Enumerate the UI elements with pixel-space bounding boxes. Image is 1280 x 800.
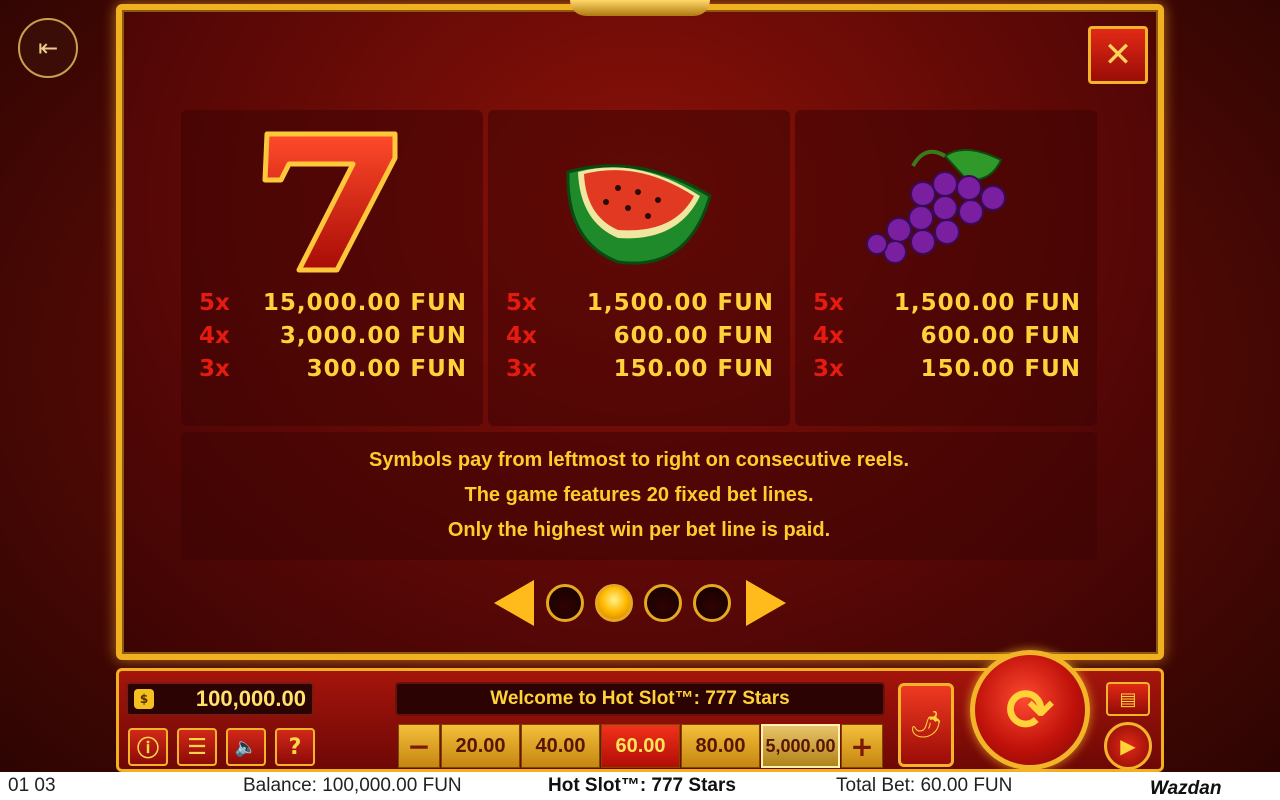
bet-option-label: 20.00 [455, 734, 506, 757]
sound-button[interactable]: 🔈 [226, 728, 266, 766]
info-icon: ⓘ [136, 737, 159, 762]
status-balance: Balance: 100,000.00 FUN [243, 775, 462, 796]
bet-option-selected[interactable]: 60.00 [601, 724, 680, 768]
bet-option[interactable]: 80.00 [681, 724, 760, 768]
help-button[interactable]: ? [275, 728, 315, 766]
pay-row: 5x 1,500.00 FUN [813, 290, 1081, 322]
plus-icon: + [850, 729, 874, 763]
payout-value: 1,500.00 FUN [893, 290, 1081, 316]
payout-value: 15,000.00 FUN [262, 290, 467, 316]
payout-value: 300.00 FUN [306, 356, 467, 382]
pay-row: 4x 600.00 FUN [506, 323, 774, 355]
close-icon: ✕ [1103, 35, 1133, 75]
payout-value: 600.00 FUN [613, 323, 774, 349]
payout-value: 3,000.00 FUN [279, 323, 467, 349]
seven-symbol-icon [262, 131, 398, 273]
welcome-text: Welcome to Hot Slot™: 777 Stars [490, 688, 790, 709]
clock: 01 03 [8, 775, 56, 796]
bet-option[interactable]: 40.00 [521, 724, 600, 768]
spin-button[interactable]: ⟳ [970, 650, 1090, 770]
page-dot-2[interactable] [595, 584, 633, 622]
multiplier: 5x [199, 290, 230, 316]
payout-value: 1,500.00 FUN [586, 290, 774, 316]
spin-arrows-icon: ⟳ [1005, 676, 1055, 744]
info-button[interactable]: ⓘ [128, 728, 168, 766]
multiplier: 5x [506, 290, 537, 316]
bet-decrease-button[interactable]: − [398, 724, 440, 768]
payout-value: 600.00 FUN [920, 323, 1081, 349]
pay-row: 3x 150.00 FUN [813, 356, 1081, 388]
symbol-card-watermelon: 5x 1,500.00 FUN 4x 600.00 FUN 3x 150.00 … [488, 110, 790, 426]
bet-option-label: 80.00 [695, 734, 746, 757]
bet-increase-button[interactable]: + [841, 724, 883, 768]
hot-feature-button[interactable]: 🌶 [898, 683, 954, 767]
message-bar: Welcome to Hot Slot™: 777 Stars [395, 682, 885, 716]
rules-box: Symbols pay from leftmost to right on co… [181, 432, 1097, 560]
settings-button[interactable]: ▤ [1106, 682, 1150, 716]
pay-row: 3x 150.00 FUN [506, 356, 774, 388]
pay-row: 4x 600.00 FUN [813, 323, 1081, 355]
rule-line: The game features 20 fixed bet lines. [464, 484, 814, 506]
payout-value: 150.00 FUN [613, 356, 774, 382]
bet-option-label: 40.00 [535, 734, 586, 757]
multiplier: 4x [199, 323, 230, 349]
grapes-symbol-icon [866, 149, 1006, 264]
menu-list-button[interactable]: ☰ [177, 728, 217, 766]
money-bag-icon: $ [134, 689, 154, 709]
exit-button[interactable]: ⇤ [18, 18, 78, 78]
next-page-arrow-icon[interactable] [746, 580, 786, 626]
prev-page-arrow-icon[interactable] [494, 580, 534, 626]
status-total-bet: Total Bet: 60.00 FUN [836, 775, 1013, 796]
bet-option[interactable]: 20.00 [441, 724, 520, 768]
autoplay-button[interactable]: ▶ [1104, 722, 1152, 770]
brand-name: Wazdan [1150, 778, 1222, 799]
bet-option-label: 60.00 [615, 734, 666, 757]
play-icon: ▶ [1120, 734, 1136, 758]
panel-ornament [570, 0, 710, 16]
speaker-icon: 🔈 [234, 736, 258, 758]
symbol-card-grapes: 5x 1,500.00 FUN 4x 600.00 FUN 3x 150.00 … [795, 110, 1097, 426]
watermelon-symbol-icon [566, 164, 712, 265]
exit-icon: ⇤ [37, 34, 59, 62]
pay-row: 3x 300.00 FUN [199, 356, 467, 388]
chili-peppers-icon: 🌶 [909, 710, 943, 740]
close-button[interactable]: ✕ [1088, 26, 1148, 84]
status-game-title: Hot Slot™: 777 Stars [548, 775, 736, 796]
help-label: ? [288, 734, 302, 760]
multiplier: 4x [813, 323, 844, 349]
pay-row: 5x 1,500.00 FUN [506, 290, 774, 322]
pay-row: 4x 3,000.00 FUN [199, 323, 467, 355]
max-bet-option[interactable]: 5,000.00 [761, 724, 840, 768]
pay-row: 5x 15,000.00 FUN [199, 290, 467, 322]
hamburger-icon: ☰ [187, 734, 207, 760]
symbol-card-seven: 5x 15,000.00 FUN 4x 3,000.00 FUN 3x 300.… [181, 110, 483, 426]
minus-icon: − [407, 729, 431, 763]
payout-value: 150.00 FUN [920, 356, 1081, 382]
status-bar: 01 03 Balance: 100,000.00 FUN Hot Slot™:… [0, 772, 1280, 800]
multiplier: 5x [813, 290, 844, 316]
settings-icon: ▤ [1119, 688, 1137, 710]
multiplier: 3x [813, 356, 844, 382]
page-dot-4[interactable] [693, 584, 731, 622]
page-dot-3[interactable] [644, 584, 682, 622]
bet-option-label: 5,000.00 [765, 735, 836, 756]
balance-display: $ 100,000.00 [126, 682, 314, 716]
multiplier: 3x [199, 356, 230, 382]
multiplier: 4x [506, 323, 537, 349]
rule-line: Symbols pay from leftmost to right on co… [368, 449, 910, 471]
page-dot-1[interactable] [546, 584, 584, 622]
rule-line: Only the highest win per bet line is pai… [447, 519, 831, 541]
multiplier: 3x [506, 356, 537, 382]
balance-value: 100,000.00 [195, 686, 306, 711]
